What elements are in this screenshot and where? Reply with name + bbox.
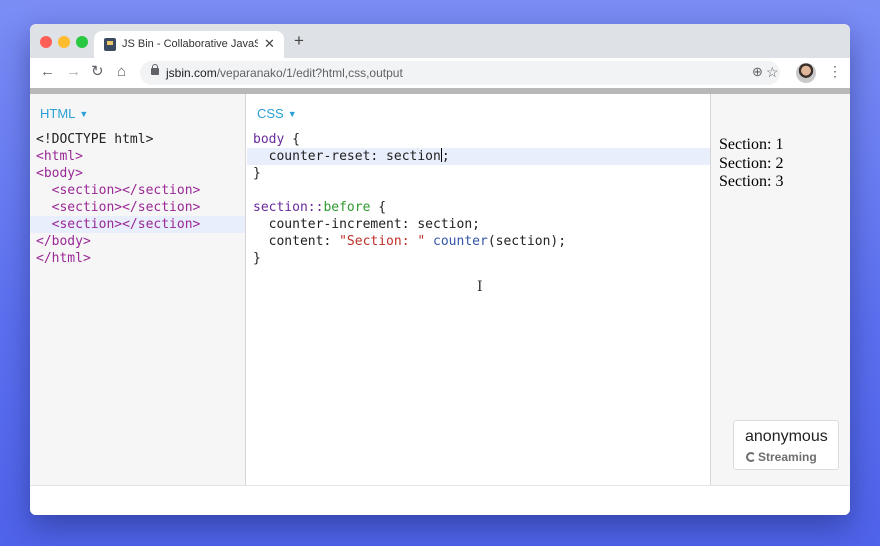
css-function: counter [425,234,488,249]
maximize-window-button[interactable] [76,36,88,48]
output-line: Section: 2 [719,154,784,172]
window-footer [30,485,850,515]
css-panel-label: CSS [257,106,284,121]
browser-window: JS Bin - Collaborative JavaScript Debugg… [30,24,850,515]
css-declaration: counter-reset: section [253,149,441,164]
css-selector: section:: [253,200,324,215]
url-path: /veparanako/1/edit?html,css,output [216,66,403,80]
badge-status-label: Streaming [758,450,817,464]
html-panel: HTML ▼ <!DOCTYPE html> <html> <body> <sec… [30,94,246,485]
css-line: section::before { [247,199,710,216]
close-window-button[interactable] [40,36,52,48]
output-panel: Section: 1 Section: 2 Section: 3 anonymo… [710,94,850,485]
ibeam-cursor-icon: I [477,279,483,295]
output-content: Section: 1 Section: 2 Section: 3 [719,136,783,192]
address-bar[interactable]: jsbin.com/veparanako/1/edit?html,css,out… [140,61,780,85]
css-semicolon: ; [441,149,450,164]
jsbin-favicon-icon [104,38,116,51]
css-line: } [253,251,261,266]
streaming-icon [746,452,756,462]
new-tab-button[interactable]: + [294,32,304,49]
reload-icon[interactable]: ↻ [91,63,104,81]
css-args: (section); [487,234,567,249]
home-icon[interactable]: ⌂ [117,63,126,81]
css-property: content: [253,234,340,249]
html-line: <!DOCTYPE html> [36,132,154,147]
url-host: jsbin.com [166,66,217,80]
html-panel-menu[interactable]: HTML ▼ [40,106,88,121]
forward-arrow-icon[interactable]: → [66,63,81,81]
tab-close-icon[interactable]: ✕ [264,36,275,52]
tab-strip: JS Bin - Collaborative JavaScript Debugg… [30,24,850,58]
browser-toolbar: ← → ↻ ⌂ jsbin.com/veparanako/1/edit?html… [30,58,850,88]
css-panel-menu[interactable]: CSS ▼ [257,106,297,121]
caret-down-icon: ▼ [79,109,89,119]
html-line: <html> [36,149,83,164]
output-line: Section: 1 [719,136,784,153]
html-panel-label: HTML [40,106,76,121]
css-line-blank [247,182,710,199]
css-line-active: counter-reset: section; [247,148,710,165]
badge-username: anonymous [745,428,828,445]
bookmark-star-icon[interactable]: ☆ [766,64,779,80]
html-line: </html> [36,251,91,266]
profile-avatar[interactable] [796,63,816,83]
html-line: </body> [36,234,91,249]
output-line: Section: 3 [719,173,784,190]
html-line: <body> [36,166,83,181]
browser-menu-icon[interactable]: ⋮ [828,63,842,79]
badge-status: Streaming [746,450,817,464]
css-line: body { [247,131,710,148]
css-panel: CSS ▼ body { counter-reset: section; } se… [247,94,710,485]
streaming-badge[interactable]: anonymous Streaming [733,420,839,470]
css-line: content: "Section: " counter(section); [247,233,710,250]
minimize-window-button[interactable] [58,36,70,48]
lock-icon[interactable] [151,64,159,75]
caret-down-icon: ▼ [287,109,297,119]
zoom-icon[interactable]: ⊕ [752,64,763,80]
css-brace: { [284,132,300,147]
css-pseudo-element: before [323,200,371,215]
css-line: counter-increment: section; [253,217,480,232]
html-editor[interactable]: <!DOCTYPE html> <html> <body> <section><… [30,131,245,267]
html-line: <section></section> [36,183,201,198]
back-arrow-icon[interactable]: ← [40,63,55,81]
tab-title: JS Bin - Collaborative JavaScript Debugg… [122,38,258,50]
html-line: <section></section> [36,200,201,215]
url-text: jsbin.com/veparanako/1/edit?html,css,out… [166,66,403,80]
css-selector: body [253,132,285,147]
html-line-active: <section></section> [30,216,245,233]
css-brace: { [370,200,387,215]
css-string: "Section: " [339,234,426,249]
browser-tab[interactable]: JS Bin - Collaborative JavaScript Debugg… [94,31,284,58]
css-editor[interactable]: body { counter-reset: section; } section… [247,131,710,267]
css-line: } [253,166,261,181]
